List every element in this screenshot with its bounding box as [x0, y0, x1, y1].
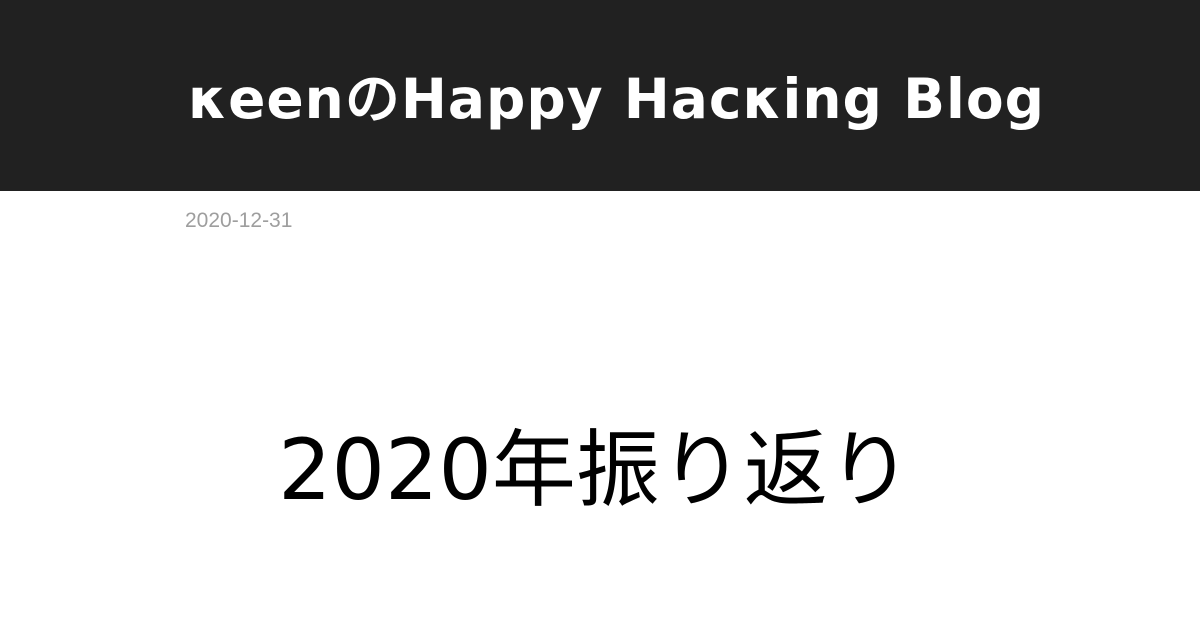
- site-title[interactable]: κeenのHappy Hacκing Blog: [188, 66, 1045, 132]
- site-header: κeenのHappy Hacκing Blog: [0, 0, 1200, 191]
- post-date: 2020-12-31: [185, 209, 293, 232]
- post-title[interactable]: 2020年振り返り: [0, 420, 1190, 520]
